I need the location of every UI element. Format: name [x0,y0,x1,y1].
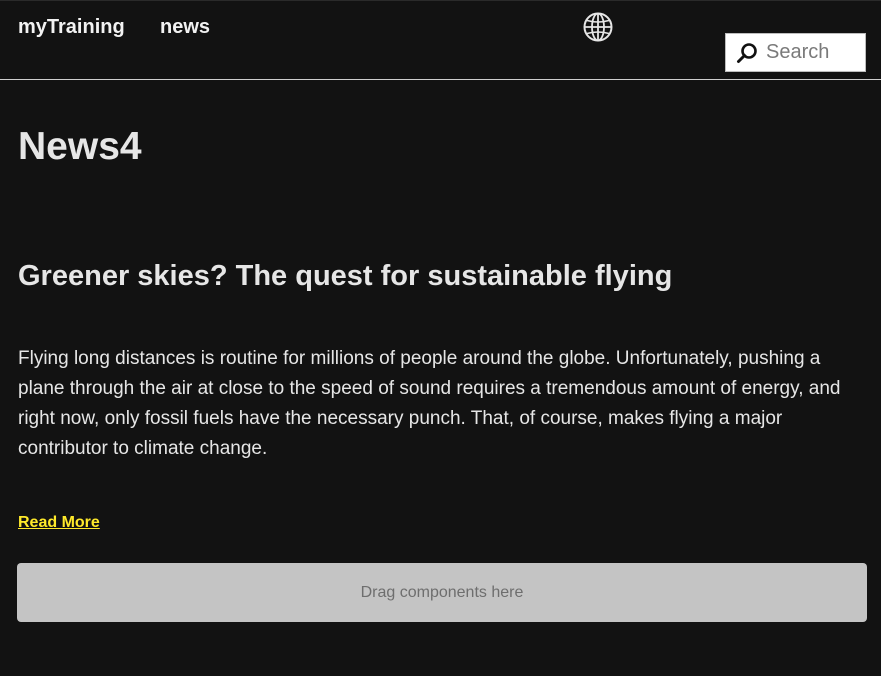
article-title: Greener skies? The quest for sustainable… [18,260,673,292]
globe-icon[interactable] [582,11,614,43]
read-more-link[interactable]: Read More [18,513,100,533]
article-body: Flying long distances is routine for mil… [18,348,841,459]
page-title: News4 [18,125,142,168]
site-header: myTraining news [0,1,881,80]
dropzone-label: Drag components here [360,583,524,601]
drag-components-dropzone[interactable]: Drag components here [17,563,867,622]
nav-news-link[interactable]: news [160,15,210,39]
search-icon[interactable] [736,42,758,64]
search-input[interactable] [766,41,856,64]
brand-link[interactable]: myTraining [18,15,125,39]
search-box[interactable] [725,33,866,72]
page: myTraining news News4 Greener skies? [0,0,881,676]
